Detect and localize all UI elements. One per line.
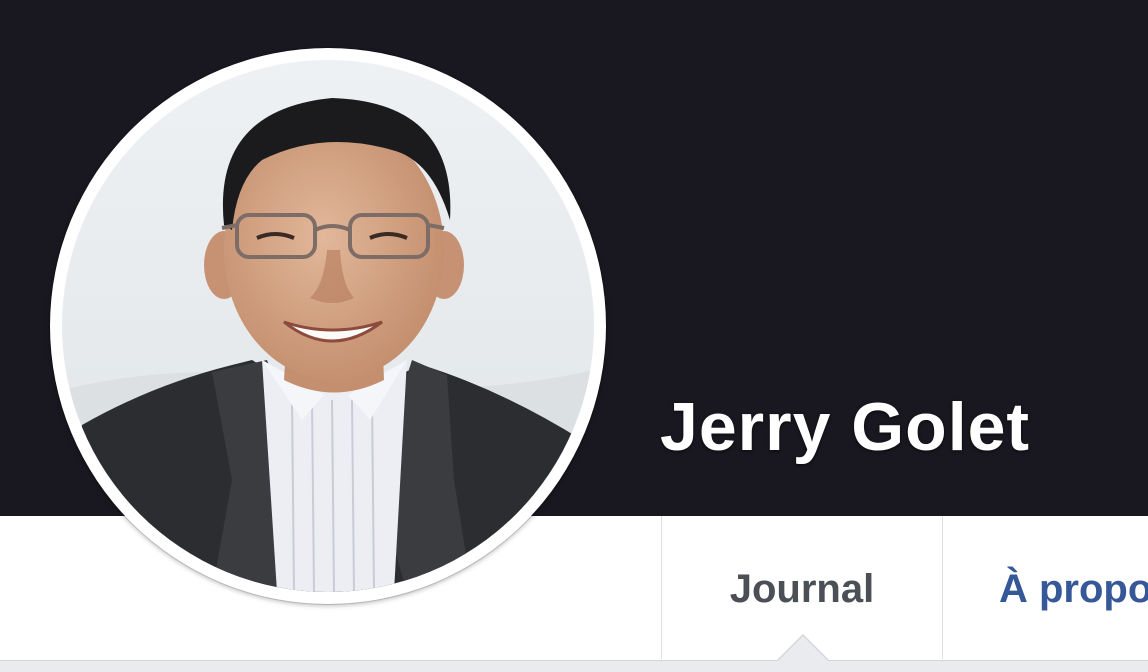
- profile-avatar[interactable]: [50, 48, 606, 604]
- tab-journal-label: Journal: [729, 567, 875, 611]
- tab-about[interactable]: À propos: [943, 516, 1148, 659]
- tab-about-label: À propos: [999, 567, 1148, 611]
- avatar-photo: [62, 60, 594, 592]
- profile-name[interactable]: Jerry Golet: [660, 388, 1030, 466]
- page-background-strip: [0, 661, 1148, 672]
- active-tab-indicator-fill: [777, 636, 829, 662]
